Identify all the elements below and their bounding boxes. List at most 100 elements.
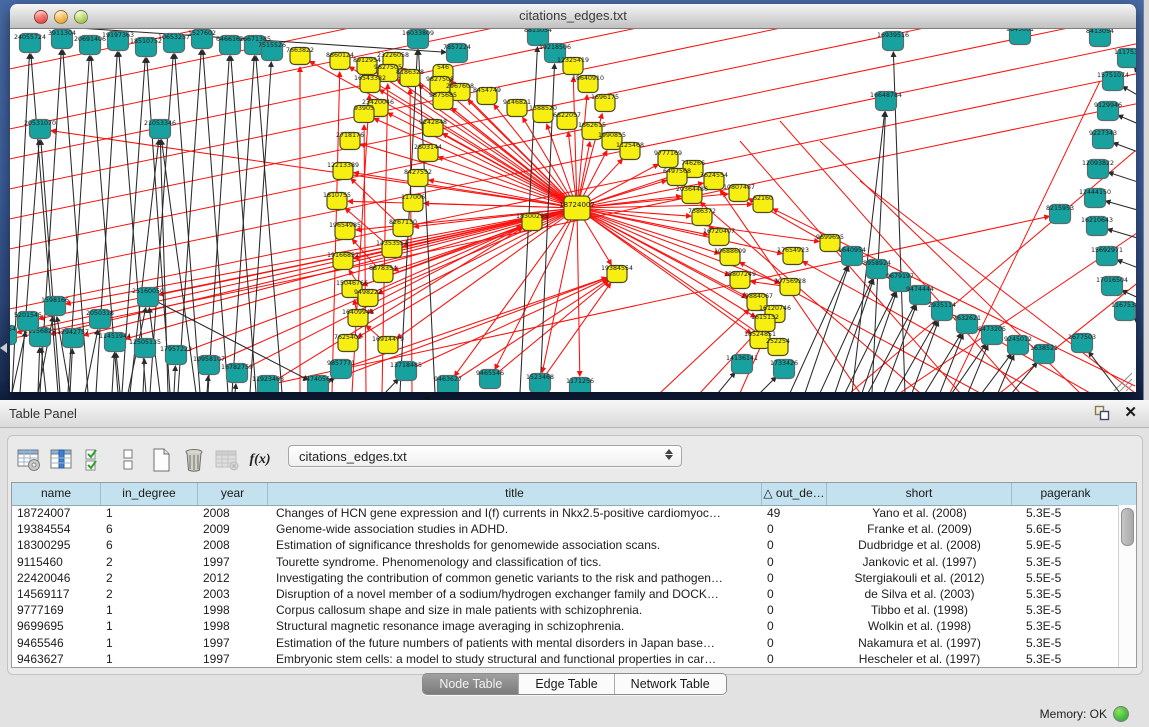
yellow-node[interactable]: 16914479 (372, 336, 404, 354)
yellow-node[interactable]: 9498222 (354, 289, 382, 307)
network-window-titlebar[interactable]: citations_edges.txt (10, 4, 1136, 29)
column-header-pagerank[interactable]: pagerank (1012, 483, 1119, 505)
teal-node[interactable]: 16210643 (1081, 217, 1113, 236)
table-row[interactable]: 1456911722003Disruption of a novel membe… (12, 586, 1119, 602)
show-column-button[interactable] (47, 445, 77, 475)
column-header-out_de[interactable]: △ out_de… (762, 483, 827, 505)
table-row[interactable]: 1872400712008Changes of HCN gene express… (12, 505, 1119, 521)
close-traffic-light[interactable] (34, 10, 48, 24)
teal-node[interactable]: 39154 (10, 326, 17, 345)
float-panel-icon[interactable] (1094, 405, 1110, 421)
teal-node[interactable]: 9227343 (1089, 130, 1117, 149)
yellow-node[interactable]: 1696175 (591, 94, 619, 112)
function-builder-button[interactable]: f(x) (245, 445, 275, 475)
yellow-node[interactable]: 16543382 (354, 75, 386, 93)
yellow-node[interactable]: 9875685 (429, 92, 457, 110)
teal-node[interactable]: 9245012 (1004, 336, 1032, 355)
zoom-traffic-light[interactable] (74, 10, 88, 24)
new-file-button[interactable] (146, 445, 176, 475)
tab-node-table[interactable]: Node Table (423, 674, 518, 694)
teal-node[interactable]: 7632621 (953, 315, 981, 334)
teal-node[interactable]: 12093822 (1082, 160, 1114, 179)
table-header-row[interactable]: namein_degreeyeartitle△ out_de…shortpage… (12, 483, 1136, 506)
table-scrollbar[interactable] (1118, 505, 1136, 667)
yellow-node[interactable]: 7663822 (286, 47, 314, 65)
column-header-title[interactable]: title (268, 483, 762, 505)
yellow-node[interactable]: 19384554 (601, 265, 633, 283)
teal-node[interactable]: 16648784 (870, 92, 902, 111)
table-row[interactable]: 946554611997Estimation of the future num… (12, 635, 1119, 651)
table-row[interactable]: 969969511998Structural magnetic resonanc… (12, 618, 1119, 634)
column-header-year[interactable]: year (198, 483, 268, 505)
teal-node[interactable]: 11923468 (252, 376, 284, 393)
yellow-node[interactable]: 90756928 (774, 278, 806, 296)
yellow-node[interactable]: 9242848 (419, 119, 447, 137)
teal-node[interactable]: 1638521 (1030, 345, 1058, 364)
yellow-node[interactable]: 8186328 (396, 69, 424, 87)
yellow-node[interactable]: 9777169 (654, 150, 682, 168)
teal-node[interactable]: 7515526 (258, 42, 286, 61)
teal-node[interactable]: 8413054 (1086, 29, 1114, 47)
unselect-all-button[interactable] (113, 445, 143, 475)
table-panel-header[interactable]: Table Panel ✕ (0, 400, 1149, 428)
teal-node[interactable]: 9845061 (1006, 29, 1034, 45)
yellow-node[interactable]: 62160 (753, 195, 773, 213)
table-body[interactable]: 1872400712008Changes of HCN gene express… (12, 505, 1119, 667)
table-row[interactable]: 911546021997Tourette syndrome. Phenomeno… (12, 554, 1119, 570)
yellow-node[interactable]: 1810755 (323, 192, 351, 210)
table-selector-dropdown[interactable]: citations_edges.txt (288, 445, 682, 467)
collapse-panel-arrow-icon[interactable] (0, 343, 7, 353)
teal-node[interactable]: 1167538 (1111, 302, 1136, 321)
teal-node[interactable]: 9463627 (434, 376, 462, 393)
teal-node[interactable]: 1677503 (1068, 334, 1096, 353)
column-header-short[interactable]: short (827, 483, 1012, 505)
memory-status-indicator[interactable] (1113, 706, 1129, 722)
scrollbar-thumb[interactable] (1121, 508, 1134, 546)
teal-node[interactable]: 16782759 (221, 364, 253, 383)
yellow-node[interactable]: 7625402 (334, 334, 362, 352)
teal-node[interactable]: 8215953 (1046, 205, 1074, 224)
table-row[interactable]: 2242004622012Investigating the contribut… (12, 570, 1119, 586)
yellow-node[interactable]: 8860124 (326, 52, 354, 70)
column-header-in_degree[interactable]: in_degree (101, 483, 198, 505)
yellow-node[interactable]: 8267130 (389, 219, 417, 237)
teal-node[interactable]: 9857771 (327, 360, 355, 379)
teal-node[interactable]: 1523468 (526, 374, 554, 393)
teal-node[interactable]: 24055724 (14, 34, 46, 53)
teal-node[interactable]: 21053346 (144, 120, 176, 139)
table-row[interactable]: 977716911998Corpus callosum shape and si… (12, 602, 1119, 618)
close-panel-icon[interactable]: ✕ (1124, 405, 1137, 421)
teal-node[interactable]: 17957223 (160, 346, 192, 365)
table-settings-button[interactable] (14, 445, 44, 475)
select-all-button[interactable] (80, 445, 110, 475)
teal-node[interactable]: 5201545 (14, 312, 42, 331)
teal-node[interactable]: 1598166 (41, 297, 69, 316)
teal-node[interactable]: 2050318 (86, 310, 114, 329)
yellow-node[interactable]: 6497568 (663, 168, 691, 186)
minimize-traffic-light[interactable] (54, 10, 68, 24)
yellow-node[interactable]: 18724007 (559, 196, 595, 220)
teal-node[interactable]: 13718485 (390, 362, 422, 381)
teal-node[interactable]: 14740564 (302, 376, 334, 393)
teal-node[interactable]: 25160050 (132, 288, 164, 307)
teal-node[interactable]: 15692971 (1091, 247, 1123, 266)
teal-node[interactable]: 3911304 (48, 30, 76, 49)
teal-node[interactable]: 16939516 (877, 32, 909, 51)
teal-node[interactable]: 1640954 (838, 247, 866, 266)
yellow-node[interactable]: 9146821 (503, 99, 531, 117)
delete-table-button[interactable] (212, 445, 242, 475)
teal-node[interactable]: 12444150 (1079, 189, 1111, 208)
yellow-node[interactable]: 8878354 (369, 265, 397, 283)
column-header-name[interactable]: name (12, 483, 101, 505)
yellow-node[interactable]: 2718176 (336, 132, 364, 150)
teal-node[interactable]: 1171256 (566, 378, 594, 393)
yellow-node[interactable]: 12325419 (557, 57, 589, 75)
yellow-node[interactable]: 6822057 (553, 112, 581, 130)
yellow-node[interactable]: 7386372 (688, 208, 716, 226)
teal-node[interactable]: 8473205 (978, 326, 1006, 345)
teal-node[interactable]: 7857224 (443, 44, 471, 63)
yellow-node[interactable]: 8454749 (473, 87, 501, 105)
teal-node[interactable]: 1733426 (770, 360, 798, 379)
network-canvas[interactable]: 2405572439113042069140619197363185107521… (10, 29, 1136, 392)
teal-node[interactable]: 2935114 (928, 302, 956, 321)
